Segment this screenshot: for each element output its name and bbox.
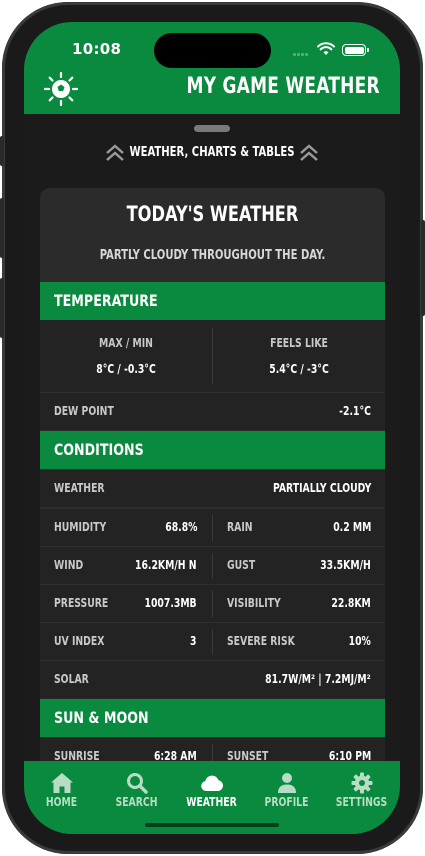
tab-home[interactable]: HOME (24, 761, 99, 821)
home-indicator (145, 823, 279, 827)
pressure-label: PRESSURE (54, 596, 109, 610)
rain-label: RAIN (227, 520, 253, 534)
tab-profile[interactable]: PROFILE (249, 761, 324, 821)
wind-value: 16.2KM/H N (135, 558, 197, 572)
divider (212, 553, 213, 579)
sunset-value: 6:10 PM (328, 749, 371, 761)
sunrise-value: 6:28 AM (154, 749, 197, 761)
solar-value: 81.7W/M² | 7.2MJ/M² (265, 672, 371, 686)
max-min-cell: MAX / MIN 8°C / -0.3°C (40, 320, 212, 392)
feels-like-value: 5.4°C / -3°C (269, 362, 329, 376)
section-title: SUN & MOON (54, 708, 149, 727)
feels-like-label: FEELS LIKE (270, 336, 328, 350)
wifi-icon (317, 42, 335, 55)
solar-label: SOLAR (54, 672, 89, 686)
weather-value: PARTIALLY CLOUDY (272, 481, 371, 495)
humidity-value: 68.8% (164, 520, 197, 534)
sunrise-sunset-row: SUNRISE 6:28 AM SUNSET 6:10 PM (40, 737, 385, 761)
gear-icon (351, 772, 373, 794)
tab-label: SEARCH (115, 795, 158, 809)
dew-point-row: DEW POINT -2.1°C (40, 392, 385, 430)
pressure-value: 1007.3MB (144, 596, 197, 610)
volume-up-button (0, 198, 4, 258)
battery-icon (342, 44, 369, 56)
max-min-label: MAX / MIN (99, 336, 153, 350)
max-min-value: 8°C / -0.3°C (96, 362, 156, 376)
tab-label: WEATHER (186, 795, 237, 809)
sunset-label: SUNSET (227, 749, 269, 761)
weather-row: WEATHER PARTIALLY CLOUDY (40, 469, 385, 507)
uv-severe-row: UV INDEX 3 SEVERE RISK 10% (40, 622, 385, 660)
content-area[interactable]: WEATHER, CHARTS & TABLES TODAY'S WEATHER… (24, 114, 400, 761)
status-time: 10:08 (72, 40, 122, 58)
visibility-value: 22.8KM (331, 596, 371, 610)
tab-label: HOME (45, 795, 78, 809)
gust-label: GUST (227, 558, 256, 572)
temperature-row: MAX / MIN 8°C / -0.3°C FEELS LIKE 5.4°C … (40, 320, 385, 392)
sheet-toggle[interactable]: WEATHER, CHARTS & TABLES (24, 142, 400, 164)
weather-label: WEATHER (54, 481, 105, 495)
sunrise-label: SUNRISE (54, 749, 100, 761)
section-header-sun-moon: SUN & MOON (40, 699, 385, 737)
tab-bar: HOME SEARCH WEATHER PROFILE SETTINGS (24, 761, 400, 834)
uv-index-value: 3 (190, 634, 197, 648)
severe-risk-value: 10% (348, 634, 371, 648)
tab-weather[interactable]: WEATHER (174, 761, 249, 821)
section-header-conditions: CONDITIONS (40, 431, 385, 469)
solar-row: SOLAR 81.7W/M² | 7.2MJ/M² (40, 660, 385, 698)
uv-index-label: UV INDEX (54, 634, 105, 648)
volume-down-button (0, 278, 4, 338)
soccer-ball-sun-icon[interactable] (42, 70, 80, 108)
humidity-label: HUMIDITY (54, 520, 107, 534)
person-icon (278, 773, 296, 793)
cloud-icon (201, 775, 224, 791)
humidity-rain-row: HUMIDITY 68.8% RAIN 0.2 MM (40, 508, 385, 546)
tab-label: SETTINGS (335, 795, 388, 809)
divider (212, 515, 213, 541)
tab-settings[interactable]: SETTINGS (324, 761, 399, 821)
sheet-label: WEATHER, CHARTS & TABLES (129, 145, 295, 160)
card-title: TODAY'S WEATHER (126, 202, 299, 226)
rain-value: 0.2 MM (332, 520, 371, 534)
home-icon (51, 773, 73, 793)
screen: 10:08 MY GAME WEATHER WEATHER, CHARTS & … (24, 22, 400, 834)
divider (212, 591, 213, 617)
divider (212, 629, 213, 655)
divider (212, 744, 213, 761)
severe-risk-label: SEVERE RISK (227, 634, 295, 648)
dew-point-label: DEW POINT (54, 404, 114, 418)
dynamic-island (154, 33, 271, 68)
search-icon (127, 773, 148, 794)
signal-icon (293, 50, 313, 56)
pressure-visibility-row: PRESSURE 1007.3MB VISIBILITY 22.8KM (40, 584, 385, 622)
tab-label: PROFILE (264, 795, 309, 809)
power-button (421, 220, 425, 316)
section-header-temperature: TEMPERATURE (40, 282, 385, 320)
mute-switch (0, 136, 4, 166)
todays-weather-card: TODAY'S WEATHER PARTLY CLOUDY THROUGHOUT… (40, 188, 385, 761)
section-title: CONDITIONS (54, 440, 144, 459)
double-chevron-up-icon (300, 144, 318, 161)
app-title: MY GAME WEATHER (186, 74, 380, 99)
gust-value: 33.5KM/H (320, 558, 371, 572)
tab-search[interactable]: SEARCH (99, 761, 174, 821)
weather-summary: PARTLY CLOUDY THROUGHOUT THE DAY. (99, 248, 326, 263)
section-title: TEMPERATURE (54, 291, 158, 310)
dew-point-value: -2.1°C (339, 404, 371, 418)
wind-label: WIND (54, 558, 84, 572)
sheet-handle[interactable] (194, 125, 230, 132)
wind-gust-row: WIND 16.2KM/H N GUST 33.5KM/H (40, 546, 385, 584)
feels-like-cell: FEELS LIKE 5.4°C / -3°C (213, 320, 385, 392)
visibility-label: VISIBILITY (227, 596, 281, 610)
app-header: 10:08 MY GAME WEATHER (24, 22, 400, 114)
